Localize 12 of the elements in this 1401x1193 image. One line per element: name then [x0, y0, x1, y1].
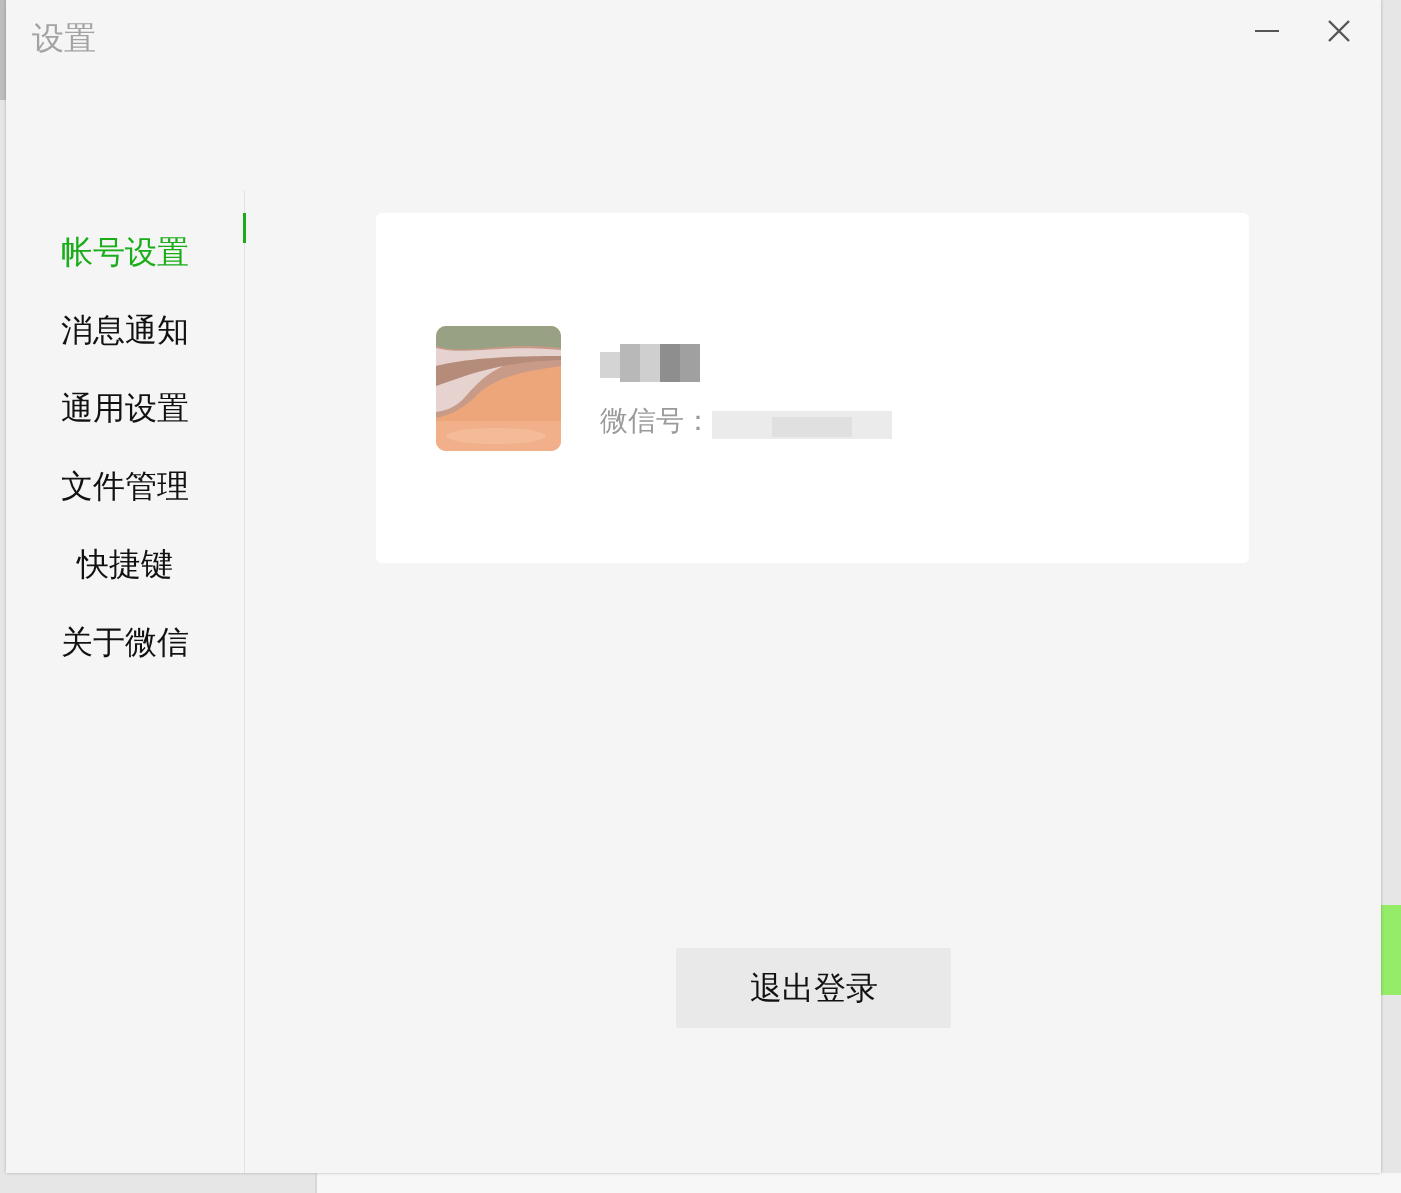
- minimize-icon: [1255, 29, 1279, 32]
- close-button[interactable]: [1327, 18, 1351, 42]
- sidebar-item[interactable]: 关于微信: [6, 603, 244, 681]
- sidebar-item[interactable]: 文件管理: [6, 447, 244, 525]
- sidebar-item[interactable]: 消息通知: [6, 291, 244, 369]
- selection-indicator: [243, 213, 246, 243]
- logout-button[interactable]: 退出登录: [676, 948, 951, 1028]
- sidebar-item[interactable]: 快捷键: [6, 525, 244, 603]
- window-title: 设置: [32, 18, 96, 59]
- sidebar-item[interactable]: 通用设置: [6, 369, 244, 447]
- close-icon: [1327, 18, 1351, 43]
- wechat-id-label: 微信号：: [600, 403, 712, 438]
